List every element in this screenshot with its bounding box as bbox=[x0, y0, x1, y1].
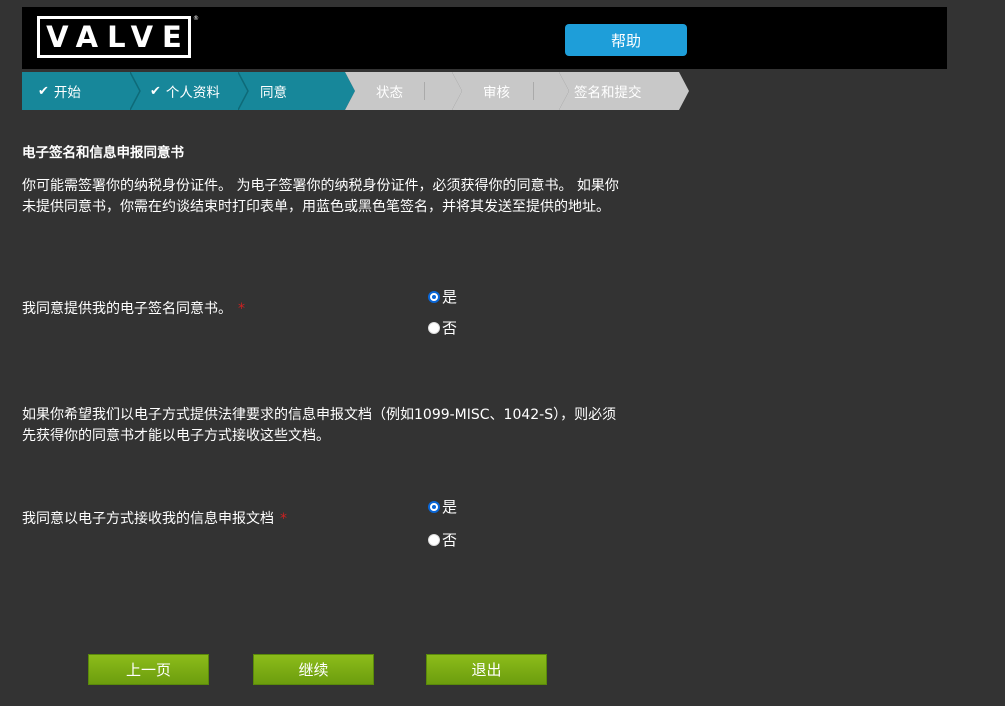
info-return-consent-label: 我同意以电子方式接收我的信息申报文档 * bbox=[22, 508, 287, 528]
radio-label: 否 bbox=[442, 531, 458, 549]
step-label: 个人资料 bbox=[165, 85, 220, 101]
help-button[interactable]: 帮助 bbox=[565, 24, 687, 56]
step-label: 审核 bbox=[483, 85, 510, 101]
header-bar: VALVE ® 帮助 bbox=[22, 7, 947, 69]
step-sign-submit: 签名和提交 bbox=[559, 72, 689, 110]
page-title: 电子签名和信息申报同意书 bbox=[22, 145, 184, 161]
info-line-2: 先获得你的同意书才能以电子方式接收这些文档。 bbox=[22, 428, 330, 444]
exit-button[interactable]: 退出 bbox=[426, 654, 547, 685]
radio-label: 否 bbox=[442, 319, 458, 337]
check-icon: ✔ bbox=[150, 83, 161, 99]
step-profile: ✔ 个人资料 bbox=[130, 72, 248, 110]
radio-label: 是 bbox=[442, 288, 458, 306]
required-marker: * bbox=[280, 511, 287, 527]
logo-text: VALVE bbox=[40, 19, 188, 55]
step-consent: 同意 bbox=[238, 72, 355, 110]
check-icon: ✔ bbox=[38, 83, 49, 99]
question-text: 我同意以电子方式接收我的信息申报文档 bbox=[22, 511, 274, 527]
trademark-symbol: ® bbox=[193, 15, 199, 22]
continue-button[interactable]: 继续 bbox=[253, 654, 374, 685]
esign-consent-no-option[interactable]: 否 bbox=[428, 317, 457, 338]
info-return-yes-option[interactable]: 是 bbox=[428, 496, 457, 517]
step-status: 状态 bbox=[345, 72, 462, 110]
question-text: 我同意提供我的电子签名同意书。 bbox=[22, 301, 232, 317]
previous-page-button[interactable]: 上一页 bbox=[88, 654, 209, 685]
step-divider bbox=[533, 82, 534, 100]
esign-consent-yes-option[interactable]: 是 bbox=[428, 286, 457, 307]
intro-paragraph: 你可能需签署你的纳税身份证件。 为电子签署你的纳税身份证件，必须获得你的同意书。… bbox=[22, 176, 702, 218]
step-label: 签名和提交 bbox=[574, 85, 642, 101]
esign-consent-no-radio[interactable] bbox=[428, 321, 440, 334]
step-label: 状态 bbox=[376, 85, 403, 101]
progress-steps: ✔ 开始 ✔ 个人资料 同意 状态 审核 签名和提交 bbox=[22, 72, 702, 110]
radio-label: 是 bbox=[442, 498, 458, 516]
valve-logo: VALVE bbox=[37, 16, 191, 58]
info-line-1: 如果你希望我们以电子方式提供法律要求的信息申报文档（例如1099-MISC、10… bbox=[22, 407, 617, 423]
step-label: 同意 bbox=[260, 85, 287, 101]
step-label: 开始 bbox=[53, 85, 81, 101]
step-divider bbox=[424, 82, 425, 100]
step-start: ✔ 开始 bbox=[22, 72, 140, 110]
esign-consent-yes-radio[interactable] bbox=[428, 290, 440, 303]
info-return-no-radio[interactable] bbox=[428, 533, 440, 546]
required-marker: * bbox=[238, 301, 245, 317]
info-return-no-option[interactable]: 否 bbox=[428, 529, 457, 550]
info-return-paragraph: 如果你希望我们以电子方式提供法律要求的信息申报文档（例如1099-MISC、10… bbox=[22, 405, 702, 447]
info-return-yes-radio[interactable] bbox=[428, 500, 440, 513]
page: VALVE ® 帮助 ✔ 开始 ✔ 个人资料 同意 状态 审核 签名和提交 电子… bbox=[0, 0, 1005, 706]
intro-line-1: 你可能需签署你的纳税身份证件。 为电子签署你的纳税身份证件，必须获得你的同意书。… bbox=[22, 178, 619, 194]
esign-consent-label: 我同意提供我的电子签名同意书。 * bbox=[22, 298, 245, 318]
step-review: 审核 bbox=[452, 72, 569, 110]
intro-line-2: 未提供同意书，你需在约谈结束时打印表单，用蓝色或黑色笔签名，并将其发送至提供的地… bbox=[22, 199, 610, 215]
